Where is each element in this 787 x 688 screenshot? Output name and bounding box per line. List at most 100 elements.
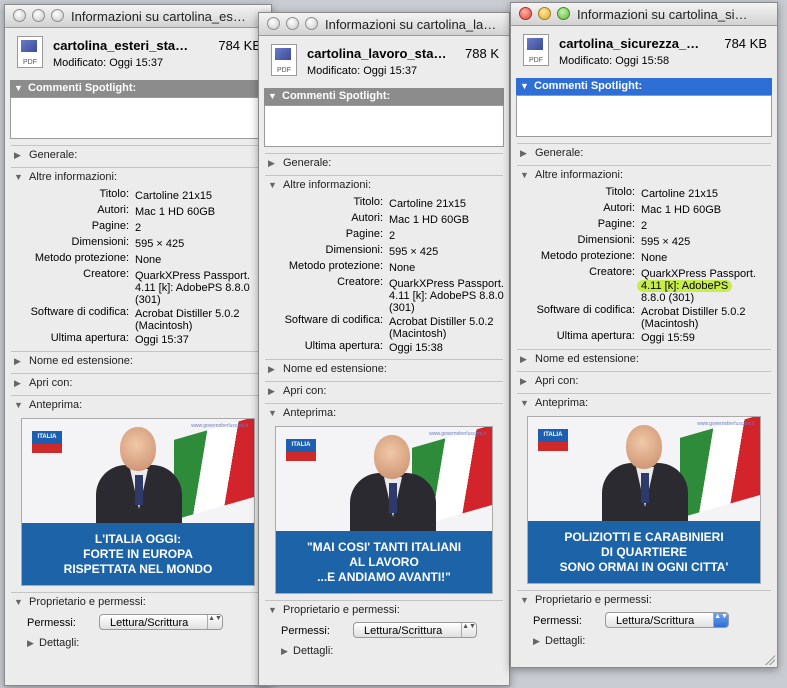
section-open-with[interactable]: ▶ Apri con: <box>5 375 271 392</box>
section-label: Proprietario e permessi: <box>29 596 146 608</box>
section-more-info[interactable]: ▼ Altre informazioni: <box>5 169 271 186</box>
preview-image: ITALIA www.governoberlusconi.it POLIZIOT… <box>527 416 761 584</box>
modified-date: Modificato: Oggi 15:37 <box>53 57 164 69</box>
info-row: Dimensioni: 595 × 425 <box>511 234 777 250</box>
title-bar[interactable]: Informazioni su cartolina_si… <box>511 3 777 26</box>
section-preview[interactable]: ▼ Anteprima: <box>259 405 509 422</box>
info-key: Pagine: <box>597 218 635 230</box>
minimize-button[interactable] <box>286 17 299 30</box>
spotlight-comments-textarea[interactable] <box>264 105 504 147</box>
info-row: Ultima apertura: Oggi 15:59 <box>511 330 777 346</box>
section-spotlight-comments[interactable]: ▼ Commenti Spotlight: <box>516 78 772 95</box>
info-window-sicurezza[interactable]: Informazioni su cartolina_si… PDF cartol… <box>510 2 778 668</box>
section-label: Generale: <box>283 157 332 169</box>
divider <box>265 381 503 382</box>
permissions-popup[interactable]: Lettura/Scrittura ▲▼ <box>353 622 477 638</box>
info-row: Ultima apertura: Oggi 15:37 <box>5 332 271 348</box>
section-name-extension[interactable]: ▶ Nome ed estensione: <box>511 351 777 368</box>
section-more-info[interactable]: ▼ Altre informazioni: <box>259 177 509 194</box>
section-name-extension[interactable]: ▶ Nome ed estensione: <box>5 353 271 370</box>
minimize-button[interactable] <box>32 9 45 22</box>
section-owner-permissions[interactable]: ▼ Proprietario e permessi: <box>259 602 509 619</box>
window-title: Informazioni su cartolina_la… <box>325 17 497 32</box>
spotlight-comments-textarea[interactable] <box>10 97 266 139</box>
section-general[interactable]: ▶ Generale: <box>259 155 509 172</box>
permissions-popup[interactable]: Lettura/Scrittura ▲▼ <box>605 612 729 628</box>
section-details[interactable]: ▶ Dettagli: <box>5 635 271 652</box>
info-key: Ultima apertura: <box>556 330 635 342</box>
banner-line: FORTE IN EUROPA <box>83 546 193 561</box>
section-spotlight-comments[interactable]: ▼ Commenti Spotlight: <box>10 80 266 97</box>
portrait-figure <box>350 433 436 533</box>
file-header: PDF cartolina_esteri_sta… 784 KB Modific… <box>5 28 271 80</box>
resize-grip-icon[interactable] <box>765 655 775 665</box>
close-button[interactable] <box>267 17 280 30</box>
info-value: QuarkXPress Passport. 4.11 [k]: AdobePS … <box>135 270 250 306</box>
title-bar[interactable]: Informazioni su cartolina_es… <box>5 5 271 28</box>
info-value: Oggi 15:38 <box>389 342 443 354</box>
divider <box>265 403 503 404</box>
portrait-figure <box>96 425 182 525</box>
section-open-with[interactable]: ▶ Apri con: <box>511 373 777 390</box>
section-preview[interactable]: ▼ Anteprima: <box>511 395 777 412</box>
info-row: Ultima apertura: Oggi 15:38 <box>259 340 509 356</box>
divider <box>517 590 771 591</box>
file-name: cartolina_esteri_sta… <box>53 38 189 53</box>
zoom-button[interactable] <box>557 7 570 20</box>
section-label: Commenti Spotlight: <box>282 90 391 102</box>
popup-arrows-icon: ▲▼ <box>713 613 728 627</box>
disclosure-closed-icon: ▶ <box>520 376 527 386</box>
info-value: Cartoline 21x15 <box>641 188 719 200</box>
section-general[interactable]: ▶ Generale: <box>5 147 271 164</box>
party-logo: ITALIA <box>286 439 316 461</box>
section-details[interactable]: ▶ Dettagli: <box>511 633 777 650</box>
info-row: Metodo protezione: None <box>5 252 271 268</box>
info-window-lavoro[interactable]: Informazioni su cartolina_la… PDF cartol… <box>258 12 510 686</box>
close-button[interactable] <box>13 9 26 22</box>
section-general[interactable]: ▶ Generale: <box>511 145 777 162</box>
disclosure-closed-icon: ▶ <box>14 378 21 388</box>
info-window-esteri[interactable]: Informazioni su cartolina_es… PDF cartol… <box>4 4 272 686</box>
info-key: Titolo: <box>99 188 129 200</box>
info-row: Titolo: Cartoline 21x15 <box>511 186 777 202</box>
section-preview[interactable]: ▼ Anteprima: <box>5 397 271 414</box>
italian-flag-graphic <box>174 419 254 520</box>
section-more-info[interactable]: ▼ Altre informazioni: <box>511 167 777 184</box>
section-label: Generale: <box>29 149 78 161</box>
minimize-button[interactable] <box>538 7 551 20</box>
zoom-button[interactable] <box>305 17 318 30</box>
disclosure-open-icon: ▼ <box>520 170 529 180</box>
info-value: 2 <box>389 230 396 242</box>
party-logo: ITALIA <box>32 431 62 453</box>
creator-line: QuarkXPress Passport. <box>641 268 756 280</box>
zoom-button[interactable] <box>51 9 64 22</box>
section-spotlight-comments[interactable]: ▼ Commenti Spotlight: <box>264 88 504 105</box>
info-row: Autori: Mac 1 HD 60GB <box>259 212 509 228</box>
section-open-with[interactable]: ▶ Apri con: <box>259 383 509 400</box>
info-value: QuarkXPress Passport. 4.11 [k]: AdobePS 8.… <box>637 266 777 304</box>
section-details[interactable]: ▶ Dettagli: <box>259 643 509 660</box>
section-owner-permissions[interactable]: ▼ Proprietario e permessi: <box>5 594 271 611</box>
file-size: 788 K <box>465 46 499 61</box>
party-logo: ITALIA <box>538 429 568 451</box>
file-name: cartolina_lavoro_sta… <box>307 46 447 61</box>
more-info-list: Titolo: Cartoline 21x15 Autori: Mac 1 HD 6… <box>5 186 271 348</box>
permissions-popup[interactable]: Lettura/Scrittura ▲▼ <box>99 614 223 630</box>
section-label: Anteprima: <box>535 397 589 409</box>
spotlight-comments-textarea[interactable] <box>516 95 772 137</box>
permissions-row: Permessi: Lettura/Scrittura ▲▼ <box>511 611 777 633</box>
info-value: None <box>389 262 416 274</box>
info-key: Dimensioni: <box>325 244 383 256</box>
file-header: PDF cartolina_lavoro_sta… 788 K Modifica… <box>259 36 509 88</box>
close-button[interactable] <box>519 7 532 20</box>
section-label: Nome ed estensione: <box>283 363 387 375</box>
info-key: Pagine: <box>91 220 129 232</box>
section-owner-permissions[interactable]: ▼ Proprietario e permessi: <box>511 592 777 609</box>
section-label: Nome ed estensione: <box>535 353 639 365</box>
info-value: 595 × 425 <box>641 236 691 248</box>
pdf-icon-label: PDF <box>277 67 291 74</box>
title-bar[interactable]: Informazioni su cartolina_la… <box>259 13 509 36</box>
preview-banner: L'ITALIA OGGI: FORTE IN EUROPA RISPETTAT… <box>22 523 254 585</box>
permissions-label: Permessi: <box>281 625 330 637</box>
section-name-extension[interactable]: ▶ Nome ed estensione: <box>259 361 509 378</box>
